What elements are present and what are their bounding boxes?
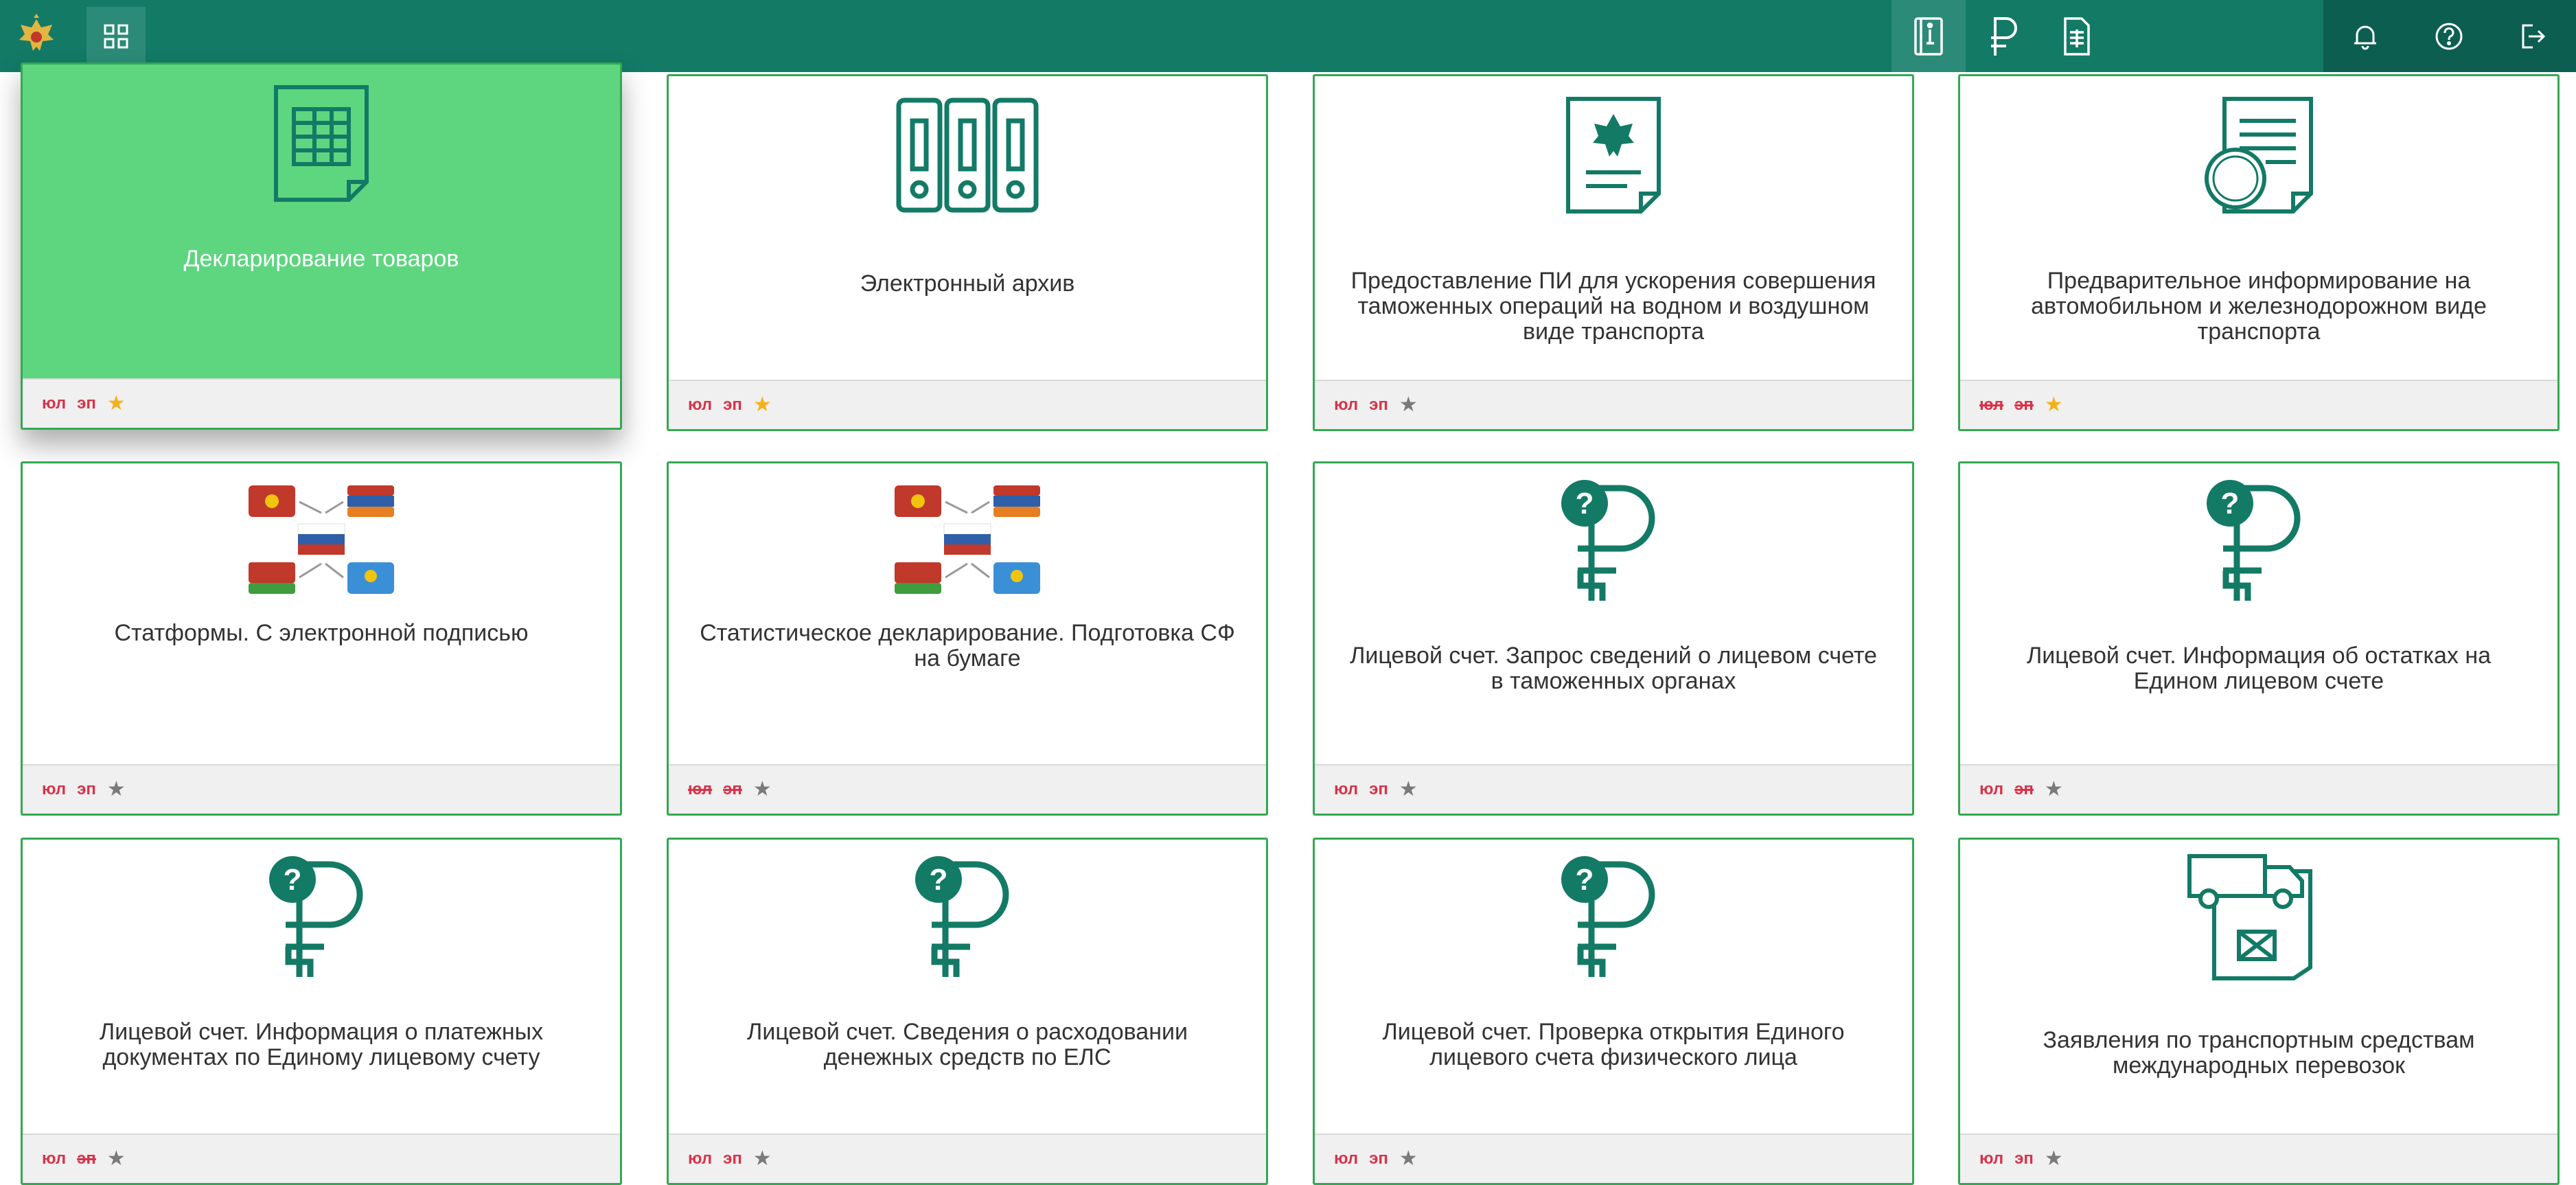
e-signature-badge: эп [2014, 1149, 2034, 1168]
archive-binders-icon [669, 90, 1266, 220]
tile-title: Статформы. С электронной подписью [114, 620, 529, 646]
tile-footer: юл эп ★ [1960, 380, 2557, 429]
favorite-star-icon[interactable]: ★ [2045, 1149, 2063, 1169]
e-signature-badge: эп [77, 780, 96, 798]
tile-title: Лицевой счет. Сведения о расходовании де… [747, 1019, 1188, 1070]
favorite-star-icon[interactable]: ★ [2045, 395, 2063, 415]
tile-title: Электронный архив [860, 271, 1075, 297]
favorite-star-icon[interactable]: ★ [107, 393, 126, 414]
service-tile[interactable]: Электронный архив юл эп ★ [667, 74, 1268, 431]
flags-exchange-icon [23, 474, 620, 605]
tile-footer: юл эп ★ [669, 380, 1266, 429]
legal-entity-badge: юл [1979, 780, 2004, 798]
logout-icon[interactable] [2491, 0, 2575, 72]
service-tile[interactable]: ? Лицевой счет. Запрос сведений о лицево… [1313, 461, 1914, 816]
bell-icon[interactable] [2323, 0, 2407, 72]
favorite-star-icon[interactable]: ★ [2045, 779, 2063, 800]
legal-entity-badge: юл [1334, 780, 1359, 798]
tile-title: Заявления по транспортным средствам межд… [2043, 1027, 2475, 1079]
custom-stamp-document-icon [1960, 90, 2557, 220]
e-signature-badge: эп [723, 780, 742, 798]
tile-footer: юл эп ★ [1315, 380, 1912, 429]
favorite-star-icon[interactable]: ★ [753, 779, 772, 800]
favorite-star-icon[interactable]: ★ [107, 779, 126, 800]
svg-text:?: ? [2221, 487, 2240, 520]
svg-text:?: ? [1576, 487, 1594, 520]
e-signature-badge: эп [77, 1149, 96, 1168]
tile-title: Предоставление ПИ для ускорения совершен… [1350, 268, 1876, 345]
e-signature-badge: эп [2014, 780, 2034, 798]
favorite-star-icon[interactable]: ★ [753, 395, 772, 415]
favorite-star-icon[interactable]: ★ [1399, 1149, 1418, 1169]
top-bar [0, 0, 2576, 72]
legal-entity-badge: юл [1334, 1149, 1359, 1168]
svg-text:?: ? [1576, 863, 1594, 897]
spreadsheet-icon [23, 78, 620, 209]
legal-entity-badge: юл [688, 395, 713, 414]
service-tile[interactable]: Статистическое декларирование. Подготовк… [667, 461, 1268, 816]
grid-icon[interactable] [87, 7, 146, 66]
service-tile[interactable]: ? Лицевой счет. Сведения о расходовании … [667, 838, 1268, 1185]
tile-footer: юл эп ★ [1315, 1134, 1912, 1183]
e-signature-badge: эп [723, 395, 742, 414]
service-tile[interactable]: ? Лицевой счет. Проверка открытия Единог… [1313, 838, 1914, 1185]
e-signature-badge: эп [1369, 780, 1388, 798]
document-icon[interactable] [2040, 0, 2114, 72]
tile-footer: юл эп ★ [23, 1134, 620, 1183]
favorite-star-icon[interactable]: ★ [107, 1149, 126, 1169]
tile-footer: юл эп ★ [23, 764, 620, 814]
tile-title: Статистическое декларирование. Подготовк… [700, 620, 1235, 671]
service-tile[interactable]: ? Лицевой счет. Информация о платежных д… [21, 838, 622, 1185]
favorite-star-icon[interactable]: ★ [1399, 779, 1418, 800]
e-signature-badge: эп [1369, 1149, 1388, 1168]
favorite-star-icon[interactable]: ★ [753, 1149, 772, 1169]
tile-footer: юл эп ★ [1315, 764, 1912, 814]
tile-footer: юл эп ★ [23, 378, 620, 428]
tile-footer: юл эп ★ [669, 1134, 1266, 1183]
favorite-star-icon[interactable]: ★ [1399, 395, 1418, 415]
ruble-question-icon: ? [23, 851, 620, 981]
tile-title: Предварительное информирование на автомо… [2031, 268, 2487, 345]
e-signature-badge: эп [77, 394, 96, 413]
legal-entity-badge: юл [1979, 1149, 2004, 1168]
legal-entity-badge: юл [42, 780, 67, 798]
tile-title: Лицевой счет. Информация об остатках на … [2026, 643, 2492, 694]
svg-text:?: ? [930, 863, 948, 897]
service-tile[interactable]: Заявления по транспортным средствам межд… [1958, 838, 2560, 1185]
book-icon[interactable] [1891, 0, 1966, 72]
legal-entity-badge: юл [688, 780, 713, 798]
ruble-question-icon: ? [1315, 474, 1912, 605]
legal-entity-badge: юл [42, 394, 67, 413]
tile-title: Лицевой счет. Информация о платежных док… [99, 1019, 544, 1070]
service-tile[interactable]: Статформы. С электронной подписью юл эп ★ [21, 461, 622, 816]
e-signature-badge: эп [2014, 395, 2034, 414]
service-tile[interactable]: Предоставление ПИ для ускорения совершен… [1313, 74, 1914, 431]
emblem-document-icon [1315, 90, 1912, 220]
eagle-emblem-logo[interactable] [0, 0, 72, 72]
service-tile[interactable]: ? Лицевой счет. Информация об остатках н… [1958, 461, 2560, 816]
ruble-question-icon: ? [1960, 474, 2557, 605]
question-circle-icon[interactable] [2407, 0, 2491, 72]
ruble-question-icon: ? [669, 851, 1266, 981]
e-signature-badge: эп [723, 1149, 742, 1168]
tile-footer: юл эп ★ [669, 764, 1266, 814]
ruble-icon[interactable] [1966, 0, 2040, 72]
truck-document-icon [1960, 851, 2557, 981]
flags-exchange-icon [669, 474, 1266, 605]
legal-entity-badge: юл [42, 1149, 67, 1168]
legal-entity-badge: юл [1334, 395, 1359, 414]
legal-entity-badge: юл [1979, 395, 2004, 414]
service-tile[interactable]: Предварительное информирование на автомо… [1958, 74, 2560, 431]
e-signature-badge: эп [1369, 395, 1388, 414]
tile-footer: юл эп ★ [1960, 764, 2557, 814]
service-tile[interactable]: Декларирование товаров юл эп ★ [21, 62, 622, 430]
ruble-question-icon: ? [1315, 851, 1912, 981]
tile-title: Декларирование товаров [183, 246, 459, 272]
legal-entity-badge: юл [688, 1149, 713, 1168]
tile-footer: юл эп ★ [1960, 1134, 2557, 1183]
svg-text:?: ? [284, 863, 302, 897]
tile-title: Лицевой счет. Запрос сведений о лицевом … [1350, 643, 1877, 694]
tile-title: Лицевой счет. Проверка открытия Единого … [1382, 1019, 1845, 1070]
